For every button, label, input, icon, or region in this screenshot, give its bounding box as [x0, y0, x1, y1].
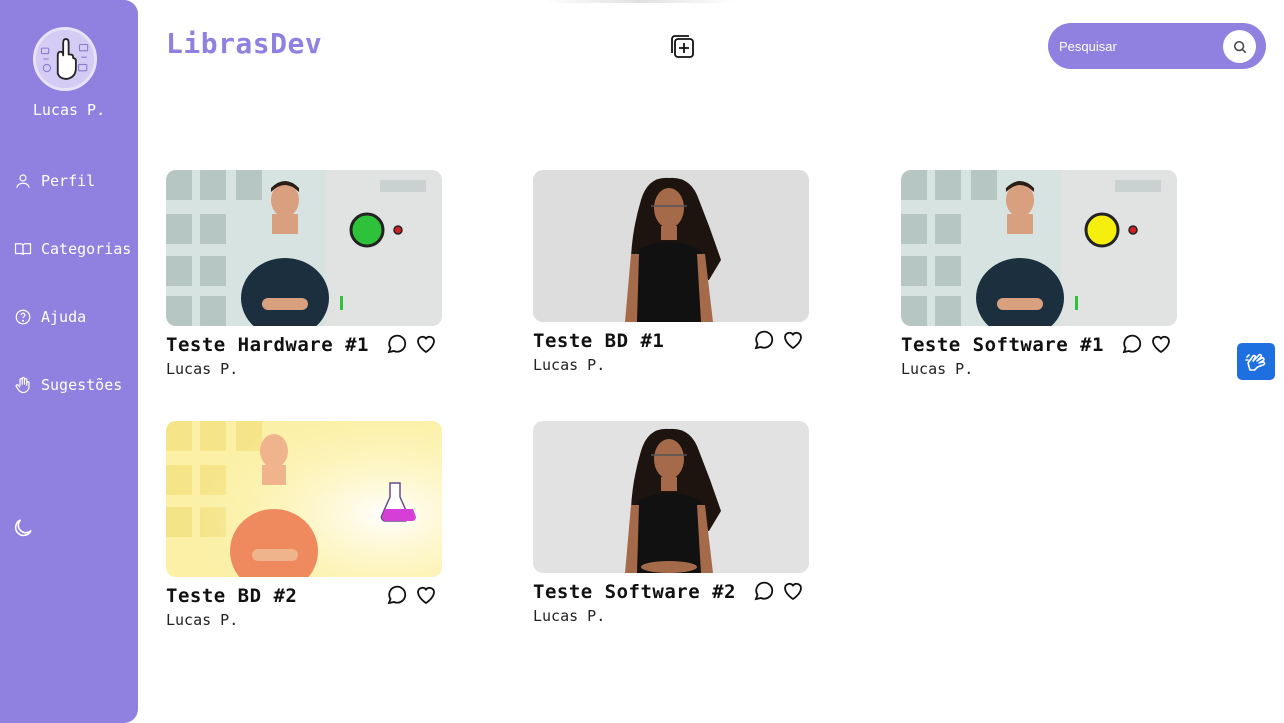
sidebar-item-label: Sugestões — [41, 376, 123, 394]
video-card[interactable]: Teste BD #1 Lucas P. — [533, 170, 809, 374]
moon-icon[interactable] — [11, 516, 35, 540]
video-thumbnail[interactable] — [166, 170, 442, 326]
video-thumbnail-image — [166, 170, 442, 326]
card-title[interactable]: Teste Hardware #1 — [166, 334, 369, 356]
video-card[interactable]: Teste Software #1 Lucas P. — [901, 170, 1177, 378]
heart-icon[interactable] — [414, 332, 438, 356]
card-author: Lucas P. — [533, 607, 606, 625]
accessibility-widget-button[interactable] — [1237, 343, 1275, 380]
card-title[interactable]: Teste Software #1 — [901, 334, 1104, 356]
top-edge-shadow — [545, 0, 735, 3]
sidebar-item-label: Perfil — [41, 172, 96, 190]
sidebar-item-sugestoes[interactable]: Sugestões — [14, 376, 122, 394]
comment-icon[interactable] — [1121, 332, 1145, 356]
video-thumbnail[interactable] — [901, 170, 1177, 326]
comment-icon[interactable] — [753, 328, 777, 352]
user-avatar[interactable] — [33, 27, 97, 91]
video-thumbnail[interactable] — [166, 421, 442, 577]
add-video-icon[interactable] — [669, 33, 697, 61]
sidebar-item-label: Ajuda — [41, 308, 87, 326]
search-icon — [1233, 40, 1246, 53]
hand-logo-icon — [36, 30, 94, 88]
video-thumbnail-image — [533, 421, 809, 573]
card-author: Lucas P. — [166, 611, 239, 629]
video-card[interactable]: Teste BD #2 Lucas P. — [166, 421, 442, 629]
card-title[interactable]: Teste BD #1 — [533, 330, 664, 352]
book-icon — [14, 243, 32, 256]
brand-title[interactable]: LibrasDev — [166, 27, 322, 60]
video-card[interactable]: Teste Hardware #1 Lucas P. — [166, 170, 442, 378]
card-title[interactable]: Teste BD #2 — [166, 585, 297, 607]
hand-icon — [15, 376, 30, 394]
comment-icon[interactable] — [386, 332, 410, 356]
sign-language-icon — [1245, 353, 1266, 371]
video-card[interactable]: Teste Software #2 Lucas P. — [533, 421, 809, 625]
user-name: Lucas P. — [32, 101, 106, 119]
card-author: Lucas P. — [533, 356, 606, 374]
heart-icon[interactable] — [1149, 332, 1173, 356]
video-thumbnail-image — [166, 421, 442, 577]
card-title[interactable]: Teste Software #2 — [533, 581, 736, 603]
comment-icon[interactable] — [386, 583, 410, 607]
search-input[interactable] — [1059, 35, 1219, 57]
video-thumbnail[interactable] — [533, 421, 809, 573]
help-icon — [15, 309, 31, 325]
video-thumbnail-image — [533, 170, 809, 322]
sidebar-item-ajuda[interactable]: Ajuda — [14, 308, 86, 326]
sidebar-item-label: Categorias — [41, 240, 132, 258]
comment-icon[interactable] — [753, 579, 777, 603]
search-bar — [1048, 23, 1266, 69]
video-thumbnail[interactable] — [533, 170, 809, 322]
card-author: Lucas P. — [901, 360, 974, 378]
search-button[interactable] — [1223, 30, 1256, 63]
card-author: Lucas P. — [166, 360, 239, 378]
sidebar-item-perfil[interactable]: Perfil — [14, 172, 95, 190]
sidebar: Lucas P. Perfil Categorias Ajuda Sugestõ… — [0, 0, 138, 723]
heart-icon[interactable] — [414, 583, 438, 607]
user-icon — [16, 174, 30, 188]
sidebar-item-categorias[interactable]: Categorias — [14, 240, 131, 258]
heart-icon[interactable] — [781, 579, 805, 603]
heart-icon[interactable] — [781, 328, 805, 352]
video-thumbnail-image — [901, 170, 1177, 326]
